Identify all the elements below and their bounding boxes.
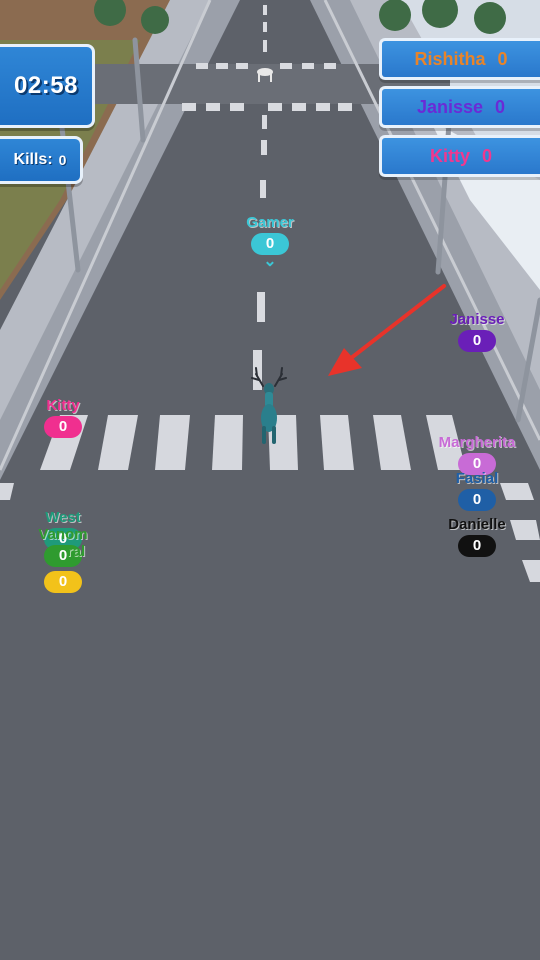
player-tag-fasial: Fasial 0	[444, 470, 510, 511]
timer-panel: 02:58	[0, 44, 95, 128]
leaderboard-row: Kitty 0	[379, 135, 540, 177]
deer-icon	[251, 367, 287, 444]
player-score: 0	[458, 330, 496, 352]
leaderboard-row: Rishitha 0	[379, 38, 540, 80]
player-name: Margherita	[438, 434, 516, 451]
chevron-down-icon: ⌄	[263, 253, 277, 270]
player-score: 0	[458, 489, 496, 511]
player-tag-kitty: Kitty 0	[30, 397, 96, 438]
player-score: 0	[44, 571, 82, 593]
leaderboard-score: 0	[495, 96, 506, 117]
kills-label: Kills:	[13, 151, 53, 168]
red-arrow-icon	[328, 284, 446, 376]
player-tag-janisse: Janisse 0	[442, 311, 512, 352]
kills-value: 0	[58, 152, 67, 168]
player-name: Janisse	[449, 311, 505, 328]
player-name: Vanom	[38, 526, 88, 543]
kills-panel: Kills: 0	[0, 136, 83, 184]
player-score: 0	[458, 535, 496, 557]
player-tag-gamer: Gamer 0 ⌄	[236, 214, 304, 270]
player-tag-danielle: Danielle 0	[438, 516, 516, 557]
leaderboard-score: 0	[497, 48, 508, 69]
player-tag-ral-score: 0	[40, 569, 86, 593]
player-name: West	[45, 509, 81, 526]
player-name: Kitty	[46, 397, 80, 414]
player-score: 0	[251, 233, 289, 255]
player-name: Gamer	[246, 214, 294, 231]
timer-value: 02:58	[14, 72, 78, 99]
leaderboard-name: Janisse	[416, 96, 484, 117]
player-score: 0	[44, 416, 82, 438]
player-tag-margherita: Margherita 0	[428, 434, 526, 475]
leaderboard-row: Janisse 0	[379, 86, 540, 128]
player-tag-ral: ral	[54, 543, 98, 560]
leaderboard-name: Kitty	[429, 145, 470, 166]
player-name: ral	[66, 543, 86, 560]
leaderboard-score: 0	[481, 145, 492, 166]
leaderboard-name: Rishitha	[414, 48, 486, 69]
player-name: Danielle	[448, 516, 506, 533]
player-name: Fasial	[455, 470, 499, 487]
